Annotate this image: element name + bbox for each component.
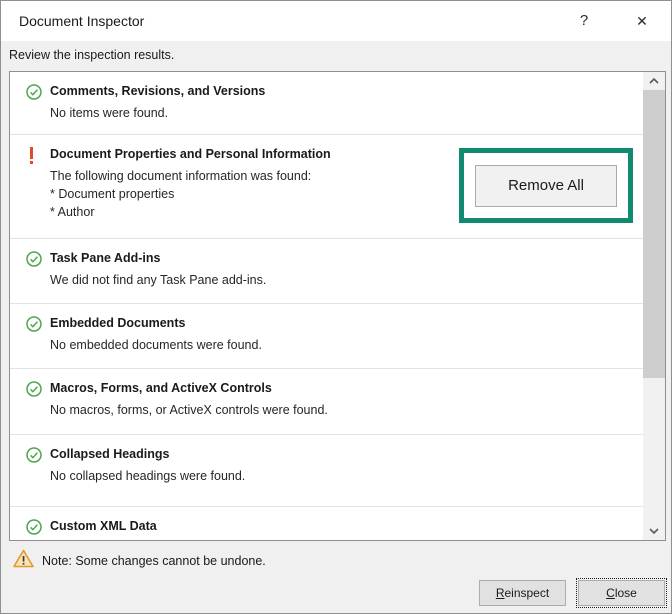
dialog-title: Document Inspector (19, 13, 145, 29)
subtitle-text: Review the inspection results. (9, 48, 175, 62)
help-icon[interactable]: ? (568, 1, 600, 41)
note-text: Note: Some changes cannot be undone. (42, 554, 266, 568)
inspection-results-panel: Comments, Revisions, and Versions No ite… (9, 71, 666, 541)
scrollbar-thumb[interactable] (643, 90, 665, 378)
result-row-embedded-documents: Embedded Documents No embedded documents… (10, 304, 643, 369)
result-detail: We did not find any Task Pane add-ins. (50, 273, 267, 287)
result-title: Custom XML Data (50, 519, 157, 533)
chevron-up-icon[interactable] (643, 72, 665, 90)
close-label: lose (614, 586, 637, 600)
check-circle-icon (26, 447, 42, 463)
exclamation-icon (30, 147, 46, 164)
result-title: Collapsed Headings (50, 447, 170, 461)
results-scrollbar[interactable] (643, 72, 665, 540)
result-row-macros: Macros, Forms, and ActiveX Controls No m… (10, 369, 643, 435)
result-row-document-properties: Document Properties and Personal Informa… (10, 135, 643, 239)
result-title: Macros, Forms, and ActiveX Controls (50, 381, 272, 395)
result-row-task-pane-addins: Task Pane Add-ins We did not find any Ta… (10, 239, 643, 304)
close-button[interactable]: Close (576, 578, 667, 608)
result-title: Task Pane Add-ins (50, 251, 161, 265)
check-circle-icon (26, 84, 42, 100)
check-circle-icon (26, 381, 42, 397)
result-title: Comments, Revisions, and Versions (50, 84, 266, 98)
close-accesskey: C (606, 586, 615, 600)
result-row-collapsed-headings: Collapsed Headings No collapsed headings… (10, 435, 643, 507)
reinspect-label: einspect (504, 586, 550, 600)
results-list: Comments, Revisions, and Versions No ite… (10, 72, 643, 540)
document-inspector-dialog: Document Inspector ? ✕ Review the inspec… (0, 0, 672, 614)
reinspect-button[interactable]: Reinspect (479, 580, 566, 606)
warning-triangle-icon (13, 549, 34, 573)
check-circle-icon (26, 519, 42, 535)
highlight-annotation-box: Remove All (459, 148, 633, 223)
chevron-down-icon[interactable] (643, 522, 665, 540)
result-detail: No collapsed headings were found. (50, 469, 246, 483)
note-row: Note: Some changes cannot be undone. (13, 549, 266, 573)
remove-all-button[interactable]: Remove All (475, 164, 617, 207)
check-circle-icon (26, 316, 42, 332)
title-bar: Document Inspector ? ✕ (1, 1, 671, 41)
result-title: Embedded Documents (50, 316, 186, 330)
result-detail: No items were found. (50, 106, 169, 120)
result-row-comments: Comments, Revisions, and Versions No ite… (10, 72, 643, 135)
result-row-custom-xml-data: Custom XML Data (10, 507, 643, 540)
close-icon[interactable]: ✕ (626, 1, 658, 41)
result-detail: No embedded documents were found. (50, 338, 262, 352)
check-circle-icon (26, 251, 42, 267)
result-detail: No macros, forms, or ActiveX controls we… (50, 403, 328, 417)
